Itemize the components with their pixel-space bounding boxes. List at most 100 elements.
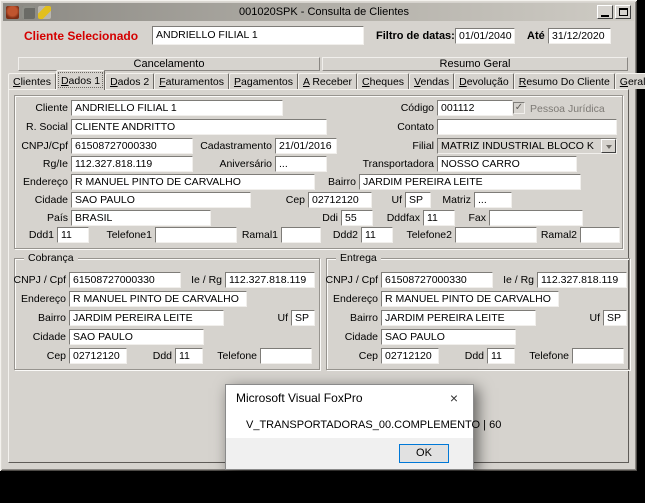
cobranca-cidade-label: Cidade [32, 331, 66, 343]
cep-field[interactable]: 02712120 [308, 192, 372, 208]
bairro-field[interactable]: JARDIM PEREIRA LEITE [359, 174, 581, 190]
entrega-uf-field[interactable]: SP [603, 310, 627, 326]
cliente-field[interactable]: ANDRIELLO FILIAL 1 [71, 100, 283, 116]
cobranca-ddd-field[interactable]: 11 [175, 348, 203, 364]
codigo-field[interactable]: 001112 [437, 100, 513, 116]
dddfax-label: Dddfax [386, 212, 420, 224]
foxpro-app-icon[interactable] [6, 5, 19, 19]
desktop: 001020SPK - Consulta de Clientes Cliente… [0, 0, 645, 503]
tab-a-receber[interactable]: A Receber [297, 73, 358, 89]
pais-label: País [46, 212, 68, 224]
fax-field[interactable] [489, 210, 583, 226]
cadastramento-label: Cadastramento [200, 140, 272, 152]
cobranca-cnpj-label: CNPJ / Cpf [13, 274, 66, 286]
tab-dados-1[interactable]: Dados 1 [55, 70, 106, 90]
dddfax-field[interactable]: 11 [423, 210, 455, 226]
entrega-endereco-field[interactable]: R MANUEL PINTO DE CARVALHO [381, 291, 559, 307]
pais-field[interactable]: BRASIL [71, 210, 211, 226]
tab-resumo-do-cliente[interactable]: Resumo Do Cliente [513, 73, 615, 89]
endereco-label: Endereço [23, 176, 68, 188]
entrega-cidade-field[interactable]: SAO PAULO [381, 329, 516, 345]
entrega-cnpj-field[interactable]: 61508727000330 [381, 272, 493, 288]
cliente-label: Cliente [35, 102, 68, 114]
cep-label: Cep [285, 194, 305, 206]
maximize-button[interactable] [615, 5, 631, 19]
tab-geral[interactable]: Geral [614, 73, 645, 89]
date-filter-label: Filtro de datas: [376, 30, 455, 42]
cobranca-bairro-field[interactable]: JARDIM PEREIRA LEITE [69, 310, 224, 326]
endereco-field[interactable]: R MANUEL PINTO DE CARVALHO [71, 174, 315, 190]
ddd1-field[interactable]: 11 [57, 227, 89, 243]
rgie-label: Rg/Ie [42, 158, 68, 170]
selected-client-field[interactable]: ANDRIELLO FILIAL 1 [152, 26, 364, 45]
window-title: 001020SPK - Consulta de Clientes [239, 6, 409, 18]
contato-field[interactable] [437, 119, 617, 135]
cobranca-uf-field[interactable]: SP [291, 310, 315, 326]
tab-dados-2[interactable]: Dados 2 [105, 73, 155, 89]
paw-icon[interactable] [22, 5, 35, 19]
cobranca-cep-label: Cep [46, 350, 66, 362]
tab-pagamentos[interactable]: Pagamentos [229, 73, 298, 89]
cobranca-uf-label: Uf [277, 312, 289, 324]
resumo-geral-button[interactable]: Resumo Geral [322, 57, 628, 71]
cidade-field[interactable]: SAO PAULO [71, 192, 251, 208]
ok-button[interactable]: OK [399, 444, 449, 463]
window-titlebar[interactable]: 001020SPK - Consulta de Clientes [3, 3, 634, 21]
dialog-titlebar[interactable]: Microsoft Visual FoxPro × [226, 385, 473, 411]
uf-field[interactable]: SP [405, 192, 431, 208]
entrega-group-title: Entrega [336, 252, 381, 264]
cadastramento-field[interactable]: 21/01/2016 [275, 138, 337, 154]
ramal1-field[interactable] [281, 227, 321, 243]
entrega-cidade-label: Cidade [344, 331, 378, 343]
entrega-ierg-field[interactable]: 112.327.818.119 [537, 272, 627, 288]
cidade-label: Cidade [34, 194, 68, 206]
entrega-cep-field[interactable]: 02712120 [381, 348, 439, 364]
filial-combo-value: MATRIZ INDUSTRIAL BLOCO K [441, 140, 594, 152]
cobranca-cidade-field[interactable]: SAO PAULO [69, 329, 204, 345]
date-to-field[interactable]: 31/12/2020 [548, 28, 611, 44]
cobranca-endereco-field[interactable]: R MANUEL PINTO DE CARVALHO [69, 291, 247, 307]
telefone1-field[interactable] [155, 227, 237, 243]
cobranca-ddd-label: Ddd [152, 350, 172, 362]
wrench-icon[interactable] [38, 5, 51, 19]
cancelamento-button[interactable]: Cancelamento [18, 57, 320, 71]
matriz-field[interactable]: ... [474, 192, 512, 208]
cobranca-cnpj-field[interactable]: 61508727000330 [69, 272, 181, 288]
cobranca-telefone-field[interactable] [260, 348, 312, 364]
fax-label: Fax [468, 212, 486, 224]
ddi-field[interactable]: 55 [341, 210, 373, 226]
uf-label: Uf [391, 194, 403, 206]
date-from-field[interactable]: 01/01/2040 [455, 28, 515, 44]
cobranca-cep-field[interactable]: 02712120 [69, 348, 127, 364]
transportadora-label: Transportadora [362, 158, 434, 170]
filial-combo[interactable]: MATRIZ INDUSTRIAL BLOCO K [437, 138, 617, 154]
cobranca-endereco-label: Endereço [21, 293, 66, 305]
aniversario-field[interactable]: ... [275, 156, 327, 172]
ramal2-field[interactable] [580, 227, 620, 243]
dropdown-button[interactable] [601, 139, 616, 153]
until-label: Até [527, 30, 545, 42]
check-icon: ✓ [514, 102, 524, 113]
pessoa-juridica-checkbox[interactable]: ✓ [513, 102, 525, 114]
minimize-icon [601, 14, 609, 17]
entrega-bairro-field[interactable]: JARDIM PEREIRA LEITE [381, 310, 536, 326]
transportadora-field[interactable]: NOSSO CARRO [437, 156, 577, 172]
minimize-button[interactable] [597, 5, 613, 19]
telefone1-label: Telefone1 [106, 229, 152, 241]
dialog-close-button[interactable]: × [435, 385, 473, 411]
tab-devolucao[interactable]: Devolução [454, 73, 514, 89]
rgie-field[interactable]: 112.327.818.119 [71, 156, 193, 172]
cnpj-field[interactable]: 61508727000330 [71, 138, 193, 154]
rsocial-label: R. Social [25, 121, 68, 133]
tab-clientes[interactable]: Clientes [8, 73, 56, 89]
tab-cheques[interactable]: Cheques [357, 73, 410, 89]
telefone2-field[interactable] [455, 227, 537, 243]
ddd2-field[interactable]: 11 [361, 227, 393, 243]
tab-faturamentos[interactable]: Faturamentos [154, 73, 229, 89]
cobranca-ierg-field[interactable]: 112.327.818.119 [225, 272, 315, 288]
entrega-telefone-field[interactable] [572, 348, 624, 364]
rsocial-field[interactable]: CLIENTE ANDRITTO [71, 119, 327, 135]
tab-vendas[interactable]: Vendas [409, 73, 455, 89]
pessoa-juridica-label: Pessoa Jurídica [530, 103, 605, 115]
entrega-ddd-field[interactable]: 11 [487, 348, 515, 364]
